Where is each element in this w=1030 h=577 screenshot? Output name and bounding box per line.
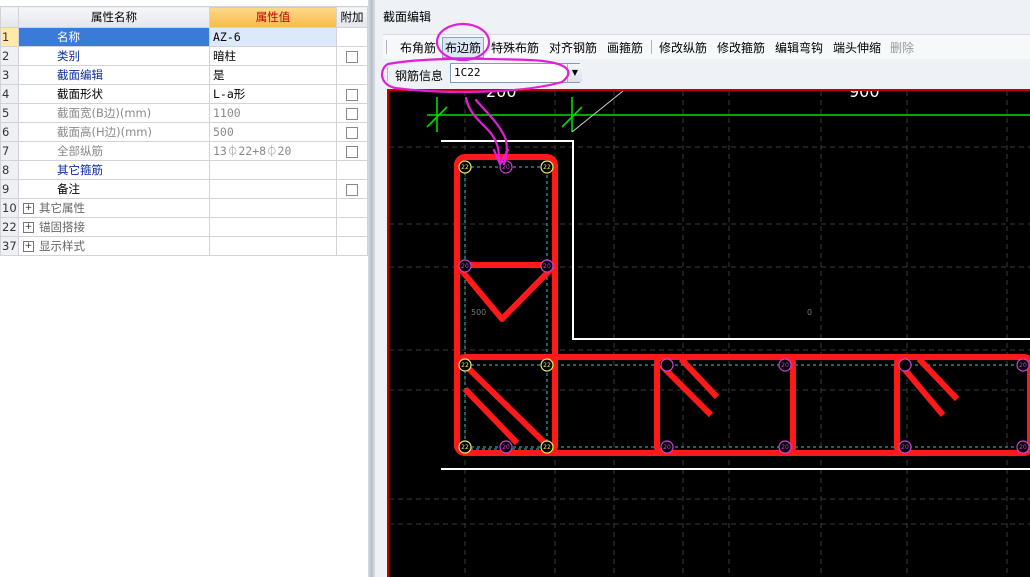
rebar-info-label: 钢筋信息 [395, 69, 444, 83]
svg-text:20: 20 [543, 263, 551, 270]
category-value-cell[interactable]: 暗柱 [209, 46, 337, 66]
rebar-info-input[interactable]: 1C22 [450, 63, 580, 83]
section-edit-value-cell[interactable]: 是 [209, 65, 337, 85]
svg-text:22: 22 [543, 362, 551, 369]
section-editor-title: 截面编辑 [383, 10, 432, 24]
property-group-other[interactable]: 10 + 其它属性 [0, 198, 368, 218]
rebar-info-row: 钢筋信息 1C22 ▼ [383, 62, 583, 86]
section-height-value-cell[interactable]: 500 [209, 122, 337, 142]
svg-text:20: 20 [461, 263, 469, 270]
property-row-remark[interactable]: 9 备注 [0, 179, 368, 199]
extra-checkbox[interactable] [346, 50, 358, 63]
svg-text:22: 22 [461, 164, 469, 171]
end-stretch-button[interactable]: 端头伸缩 [833, 39, 881, 56]
all-long-bars-value-cell[interactable]: 13⏀22+8⏀20 [209, 141, 337, 161]
property-row-other-stirrups[interactable]: 8 其它箍筋 [0, 160, 368, 180]
section-axis-lines [464, 166, 1030, 450]
delete-button[interactable]: 删除 [890, 39, 914, 56]
extra-checkbox[interactable] [346, 145, 358, 158]
extra-checkbox[interactable] [346, 107, 358, 120]
axis-label-left: 500 [471, 308, 486, 317]
svg-text:20: 20 [1019, 362, 1027, 369]
edge-bar-button[interactable]: 布边筋 [442, 37, 485, 58]
property-row-section-height[interactable]: 6 截面高(H边)(mm) 500 [0, 122, 368, 142]
align-bar-button[interactable]: 对齐钢筋 [549, 39, 597, 56]
draw-stirrup-button[interactable]: 画箍筋 [607, 39, 643, 56]
section-outline [441, 140, 1030, 470]
svg-text:22: 22 [543, 444, 551, 451]
grid-lines [389, 91, 1030, 577]
modify-stirrup-button[interactable]: 修改箍筋 [717, 39, 765, 56]
property-table: 属性名称 属性值 附加 1 名称 AZ-6 2 类别 暗柱 3 截面编辑 是 4… [0, 6, 368, 256]
section-drawing: 200 900 500 0 22 22 22 22 22 22 20 20 20… [389, 91, 1030, 577]
edge-rebar-labels: 20 20 20 20 20 20 20 20 20 20 [461, 164, 1027, 451]
expand-plus-icon[interactable]: + [23, 222, 34, 233]
axis-label-mid: 0 [807, 308, 812, 317]
panel-splitter[interactable] [368, 0, 375, 577]
svg-text:20: 20 [502, 444, 510, 451]
property-row-section-shape[interactable]: 4 截面形状 L-a形 [0, 84, 368, 104]
property-row-category[interactable]: 2 类别 暗柱 [0, 46, 368, 66]
property-row-section-edit[interactable]: 3 截面编辑 是 [0, 65, 368, 85]
dimension-label-right: 900 [849, 91, 880, 101]
section-toolbar: 布角筋 布边筋 特殊布筋 对齐钢筋 画箍筋 修改纵筋 修改箍筋 编辑弯钩 端头伸… [383, 34, 1030, 59]
property-row-section-width[interactable]: 5 截面宽(B边)(mm) 1100 [0, 103, 368, 123]
property-extra-header: 附加 [336, 6, 368, 28]
extra-checkbox[interactable] [346, 126, 358, 139]
svg-text:22: 22 [543, 164, 551, 171]
remark-value-cell[interactable] [209, 179, 337, 199]
property-panel: 属性名称 属性值 附加 1 名称 AZ-6 2 类别 暗柱 3 截面编辑 是 4… [0, 0, 368, 577]
property-row-name[interactable]: 1 名称 AZ-6 [0, 27, 368, 47]
expand-plus-icon[interactable]: + [23, 203, 34, 214]
chevron-down-icon[interactable]: ▼ [567, 64, 582, 82]
svg-text:20: 20 [1019, 444, 1027, 451]
extra-checkbox[interactable] [346, 88, 358, 101]
property-row-all-long-bars[interactable]: 7 全部纵筋 13⏀22+8⏀20 [0, 141, 368, 161]
row-number-header [0, 6, 19, 28]
svg-text:20: 20 [663, 444, 671, 451]
expand-plus-icon[interactable]: + [23, 241, 34, 252]
property-name-header: 属性名称 [18, 6, 210, 28]
section-width-value-cell[interactable]: 1100 [209, 103, 337, 123]
edge-rebars [458, 160, 1030, 454]
property-value-header: 属性值 [209, 6, 337, 28]
svg-text:20: 20 [901, 444, 909, 451]
svg-text:22: 22 [461, 362, 469, 369]
dimension-label-left: 200 [486, 91, 517, 101]
special-bar-button[interactable]: 特殊布筋 [491, 39, 539, 56]
svg-text:20: 20 [502, 164, 510, 171]
section-canvas[interactable]: 200 900 500 0 22 22 22 22 22 22 20 20 20… [387, 89, 1030, 577]
section-shape-value-cell[interactable]: L-a形 [209, 84, 337, 104]
edit-hook-button[interactable]: 编辑弯钩 [775, 39, 823, 56]
corner-bar-button[interactable]: 布角筋 [400, 39, 436, 56]
modify-long-bar-button[interactable]: 修改纵筋 [659, 39, 707, 56]
property-group-anchorage[interactable]: 22 + 锚固搭接 [0, 217, 368, 237]
dimension-leader [571, 91, 624, 133]
extra-checkbox[interactable] [346, 183, 358, 196]
property-group-display[interactable]: 37 + 显示样式 [0, 236, 368, 256]
svg-text:20: 20 [781, 362, 789, 369]
other-stirrups-value-cell[interactable] [209, 160, 337, 180]
stirrups [454, 154, 1030, 456]
svg-text:20: 20 [781, 444, 789, 451]
section-editor-panel: 截面编辑 布角筋 布边筋 特殊布筋 对齐钢筋 画箍筋 修改纵筋 修改箍筋 编辑弯… [375, 0, 1030, 577]
toolbar-grip [386, 40, 387, 54]
svg-text:22: 22 [461, 444, 469, 451]
name-value-cell[interactable]: AZ-6 [209, 27, 337, 47]
